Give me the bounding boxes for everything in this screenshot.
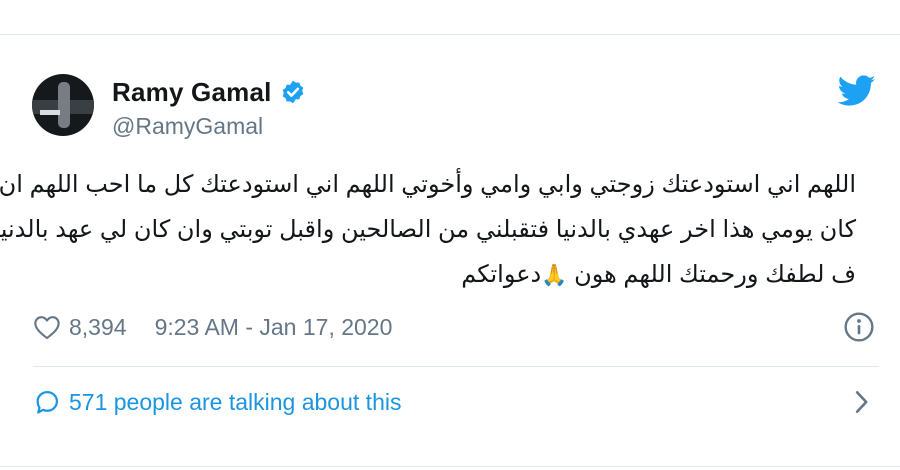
like-count[interactable]: 8,394	[69, 314, 127, 341]
chevron-right-icon[interactable]	[853, 390, 871, 414]
verified-badge-icon	[282, 80, 303, 104]
tweet-text: اللهم اني استودعتك زوجتي وابي وامي وأخوت…	[0, 162, 856, 298]
tweet-meta: 8,394 9:23 AM - Jan 17, 2020	[33, 309, 392, 345]
speech-bubble-icon	[36, 390, 59, 414]
twitter-bird-icon[interactable]	[838, 75, 876, 107]
tweet-timestamp[interactable]: 9:23 AM - Jan 17, 2020	[155, 314, 393, 341]
folded-hands-emoji: 🙏	[541, 264, 568, 287]
heart-icon[interactable]	[33, 314, 61, 340]
tweet-line-text: ف لطفك ورحمتك اللهم هون	[574, 261, 856, 288]
tweet-line: اللهم اني استودعتك زوجتي وابي وامي وأخوت…	[0, 171, 856, 198]
avatar[interactable]	[32, 74, 94, 136]
top-border	[0, 34, 900, 35]
tweet-line: كان يومي هذا اخر عهدي بالدنيا فتقبلني من…	[0, 216, 856, 243]
conversation-link[interactable]: 571 people are talking about this	[33, 384, 879, 420]
bottom-border	[0, 466, 900, 467]
divider	[33, 366, 879, 367]
display-name[interactable]: Ramy Gamal	[112, 77, 272, 108]
conversation-label[interactable]: 571 people are talking about this	[69, 389, 401, 416]
tweet-line: ف لطفك ورحمتك اللهم هون 🙏دعواتكم	[48, 252, 856, 298]
user-name-row[interactable]: Ramy Gamal	[112, 75, 306, 109]
user-handle[interactable]: @RamyGamal	[112, 113, 263, 140]
info-icon[interactable]	[843, 311, 875, 343]
tweet-line-text: دعواتكم	[461, 261, 542, 288]
